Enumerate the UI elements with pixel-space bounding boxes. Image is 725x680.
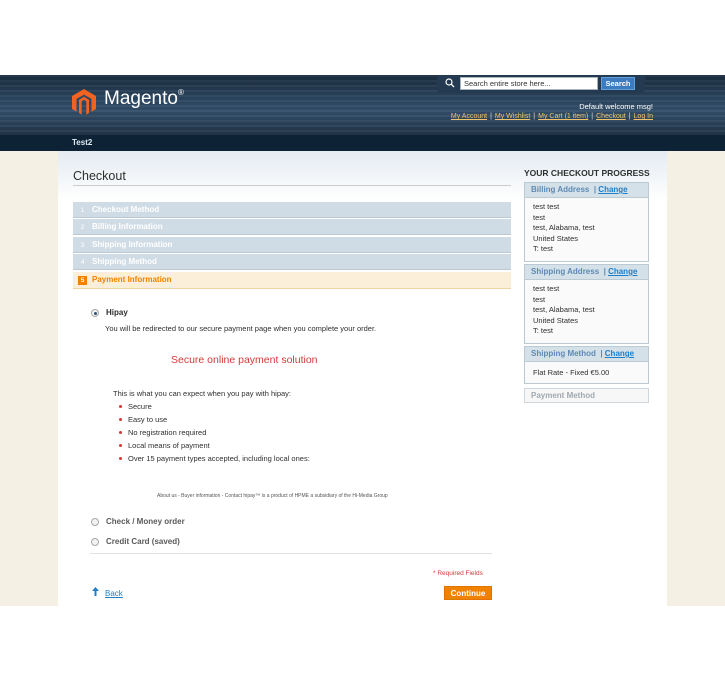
- continue-button[interactable]: Continue: [444, 586, 492, 600]
- step-billing-information[interactable]: 2 Billing Information: [73, 219, 511, 235]
- step-shipping-method[interactable]: 4 Shipping Method: [73, 254, 511, 270]
- progress-billing-address: Billing Address | Change test test test …: [524, 182, 649, 262]
- top-links: My Account | My Wishlist | My Cart (1 item) |…: [450, 113, 653, 120]
- step-checkout-method[interactable]: 1 Checkout Method: [73, 202, 511, 218]
- step-payment-information: 5 Payment Information: [73, 272, 511, 289]
- checkout-link[interactable]: Checkout: [596, 113, 626, 120]
- change-shipping-method-link[interactable]: Change: [605, 349, 634, 358]
- search-icon: [445, 78, 455, 88]
- progress-shipping-address: Shipping Address | Change test test test…: [524, 264, 649, 344]
- list-item: Easy to use: [119, 415, 310, 428]
- check-money-order-label[interactable]: Check / Money order: [106, 517, 185, 526]
- my-account-link[interactable]: My Account: [451, 113, 487, 120]
- required-fields-note: * Required Fields: [433, 570, 483, 577]
- my-cart-link[interactable]: My Cart (1 item): [538, 113, 588, 120]
- back-link[interactable]: Back: [92, 587, 123, 598]
- list-item: Over 15 payment types accepted, includin…: [119, 454, 310, 467]
- my-wishlist-link[interactable]: My Wishlist: [495, 113, 530, 120]
- credit-card-label[interactable]: Credit Card (saved): [106, 537, 180, 546]
- nav-item-test2[interactable]: Test2: [72, 138, 92, 147]
- log-in-link[interactable]: Log In: [634, 113, 653, 120]
- check-money-order-radio[interactable]: [91, 518, 99, 526]
- progress-payment-method: Payment Method: [524, 388, 649, 403]
- divider: [73, 185, 511, 186]
- hipay-label[interactable]: Hipay: [106, 308, 128, 317]
- page-title: Checkout: [73, 169, 126, 183]
- credit-card-radio[interactable]: [91, 538, 99, 546]
- redirect-text: You will be redirected to our secure pay…: [105, 324, 377, 333]
- secure-payment-text: Secure online payment solution: [171, 354, 318, 366]
- hipay-radio[interactable]: [91, 309, 99, 317]
- progress-shipping-method: Shipping Method | Change Flat Rate - Fix…: [524, 346, 649, 384]
- benefits-list: Secure Easy to use No registration requi…: [119, 402, 310, 467]
- search-button[interactable]: Search: [601, 77, 635, 90]
- divider: [90, 553, 492, 554]
- search-input[interactable]: Search entire store here...: [460, 77, 598, 90]
- change-shipping-link[interactable]: Change: [608, 267, 637, 276]
- welcome-message: Default welcome msg!: [579, 102, 653, 111]
- search-bar: Search entire store here... Search: [437, 75, 645, 93]
- change-billing-link[interactable]: Change: [598, 185, 627, 194]
- expect-text: This is what you can expect when you pay…: [113, 389, 292, 398]
- list-item: Local means of payment: [119, 441, 310, 454]
- magento-logo-icon[interactable]: [71, 88, 97, 116]
- logo-text[interactable]: Magento®: [104, 88, 184, 110]
- list-item: Secure: [119, 402, 310, 415]
- list-item: No registration required: [119, 428, 310, 441]
- step-shipping-information[interactable]: 3 Shipping Information: [73, 237, 511, 253]
- arrow-up-icon: [92, 587, 99, 596]
- hipay-footer-links[interactable]: About us - Buyer information - Contact h…: [157, 493, 388, 499]
- nav-bar: [0, 135, 725, 151]
- progress-title: YOUR CHECKOUT PROGRESS: [524, 168, 650, 178]
